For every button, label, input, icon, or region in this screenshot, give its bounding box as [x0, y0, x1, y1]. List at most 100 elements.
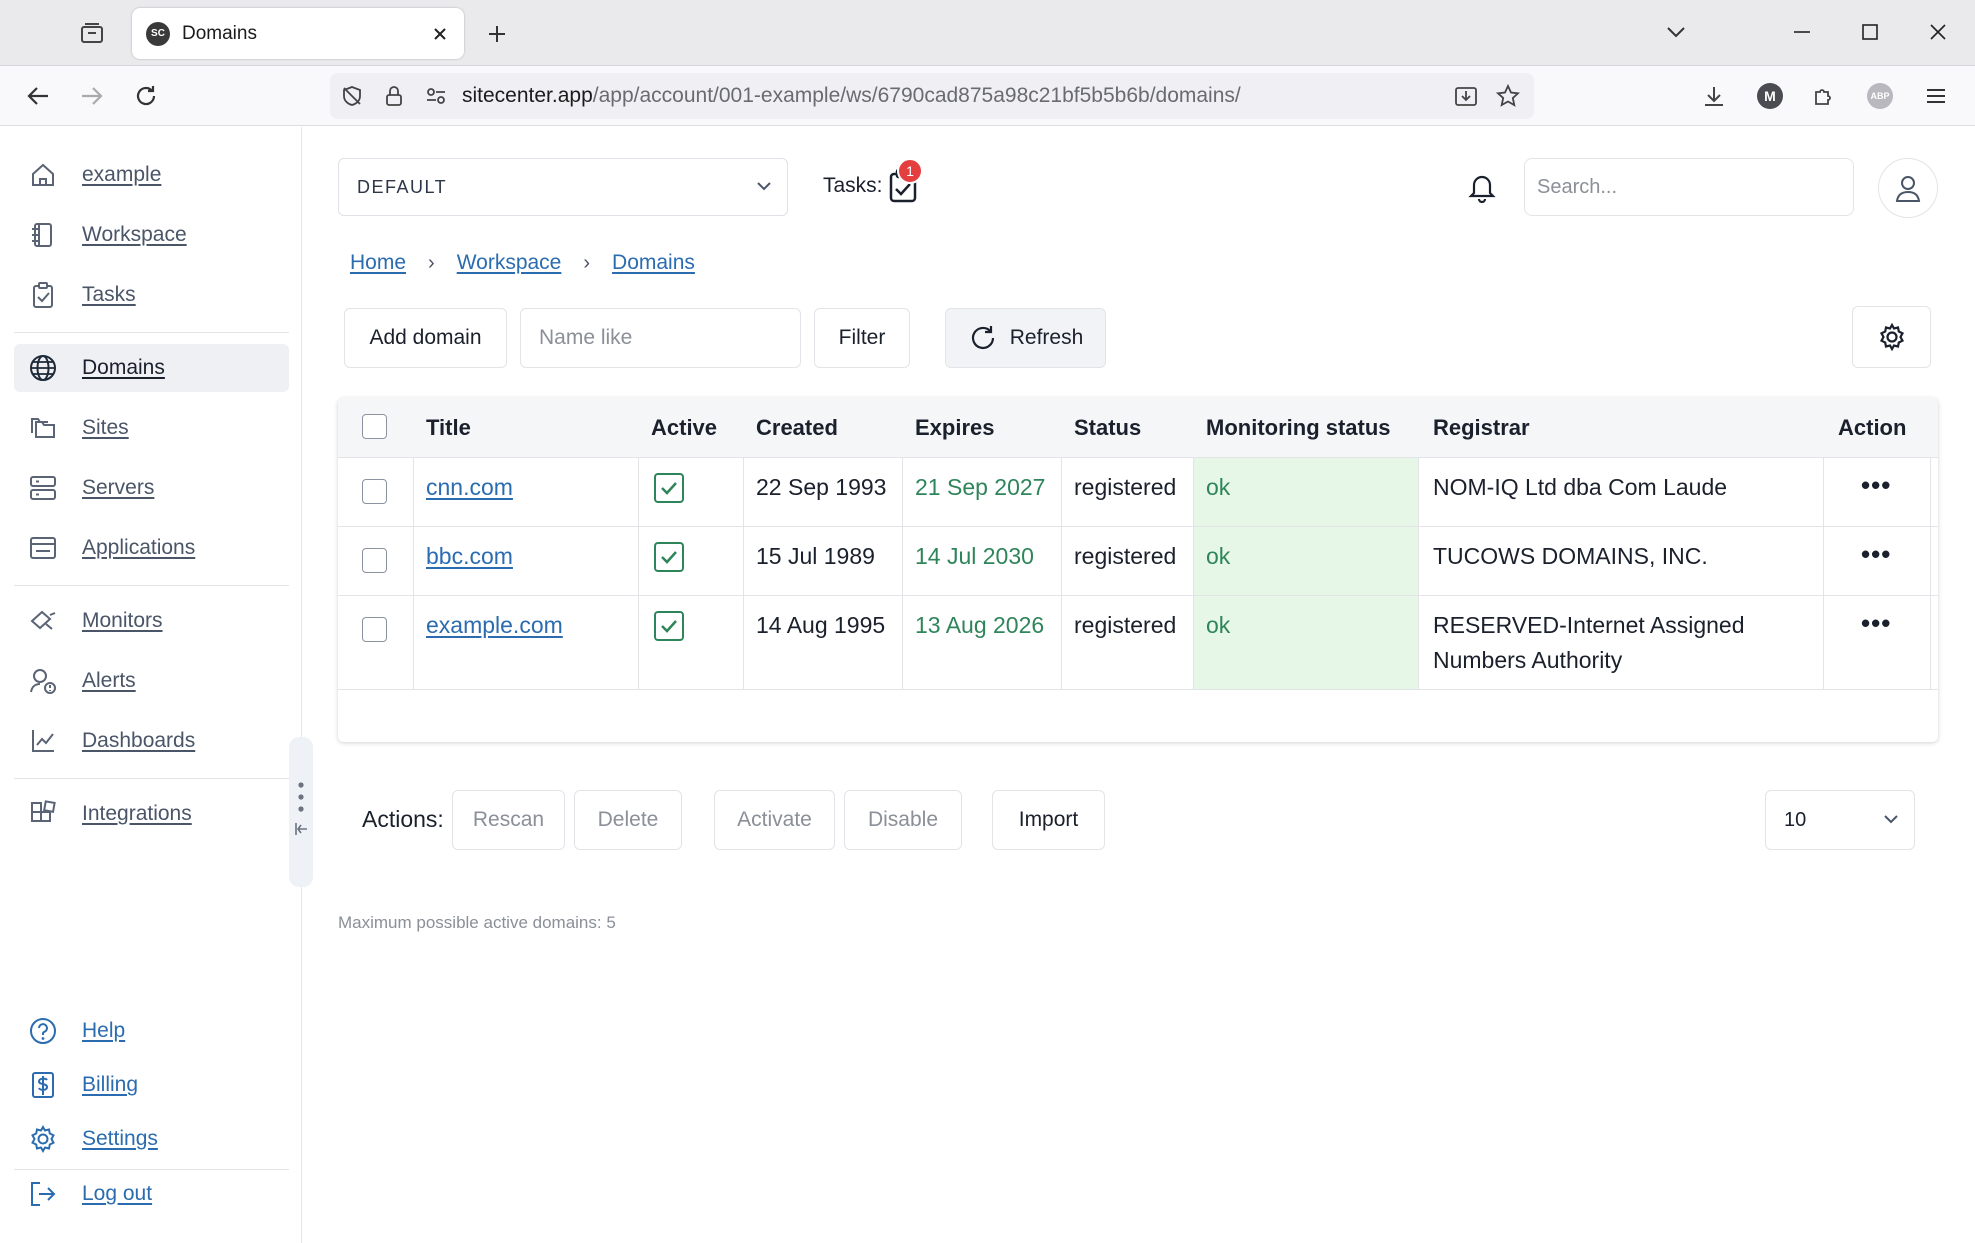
- save-page-icon[interactable]: [1454, 84, 1478, 108]
- menu-hamburger-icon[interactable]: [1918, 78, 1954, 114]
- domains-table: Title Active Created Expires Status Moni…: [338, 398, 1938, 742]
- sidebar-collapse-handle[interactable]: [289, 737, 313, 887]
- column-header-created[interactable]: Created: [756, 415, 838, 441]
- activate-button[interactable]: Activate: [714, 790, 835, 850]
- user-menu-button[interactable]: [1878, 158, 1938, 218]
- add-domain-button[interactable]: Add domain: [344, 308, 507, 368]
- back-icon[interactable]: [20, 78, 56, 114]
- profile-initial: M: [1757, 83, 1783, 109]
- sidebar-item-servers[interactable]: Servers: [14, 464, 289, 512]
- sidebar-item-alerts[interactable]: Alerts: [14, 657, 289, 705]
- favicon: SC: [146, 21, 170, 46]
- row-checkbox[interactable]: [362, 479, 387, 504]
- bookmark-star-icon[interactable]: [1496, 84, 1520, 108]
- domain-title-link[interactable]: cnn.com: [426, 474, 513, 501]
- breadcrumb-domains[interactable]: Domains: [612, 251, 695, 275]
- active-check-icon: [654, 473, 684, 503]
- site-permissions-icon[interactable]: [424, 84, 448, 108]
- status-value: registered: [1074, 612, 1177, 638]
- sidebar-item-label: Tasks: [82, 283, 136, 306]
- sidebar-item-label: Log out: [82, 1182, 153, 1205]
- logout-icon: [26, 1177, 60, 1211]
- line-chart-icon: [26, 724, 60, 758]
- sidebar-item-applications[interactable]: Applications: [14, 524, 289, 572]
- lock-icon[interactable]: [382, 84, 406, 108]
- workspace-select[interactable]: DEFAULT: [338, 158, 788, 216]
- rescan-button[interactable]: Rescan: [452, 790, 565, 850]
- column-header-action: Action: [1838, 415, 1907, 440]
- column-header-active[interactable]: Active: [651, 415, 717, 441]
- row-actions-menu-icon[interactable]: •••: [1861, 539, 1891, 570]
- name-filter-input[interactable]: [520, 308, 801, 368]
- breadcrumb-workspace[interactable]: Workspace: [457, 251, 562, 275]
- sidebar-item-domains[interactable]: Domains: [14, 344, 289, 392]
- sidebar-item-dashboards[interactable]: Dashboards: [14, 717, 289, 765]
- minimize-icon[interactable]: [1782, 14, 1822, 50]
- sidebar-divider: [14, 332, 289, 333]
- sidebar-item-sites[interactable]: Sites: [14, 404, 289, 452]
- active-check-icon: [654, 542, 684, 572]
- forward-icon[interactable]: [74, 78, 110, 114]
- row-checkbox[interactable]: [362, 548, 387, 573]
- sidebar-item-example[interactable]: example: [14, 151, 289, 199]
- actions-label: Actions:: [362, 806, 444, 832]
- search-input[interactable]: [1524, 158, 1854, 216]
- row-actions-menu-icon[interactable]: •••: [1861, 470, 1891, 501]
- sidebar-item-settings[interactable]: Settings: [14, 1115, 289, 1163]
- refresh-label: Refresh: [1009, 326, 1084, 349]
- browser-tab-domains[interactable]: SC Domains: [132, 8, 464, 59]
- tracking-protection-icon[interactable]: [340, 84, 364, 108]
- sidebar-item-monitors[interactable]: Monitors: [14, 597, 289, 645]
- tab-list-icon[interactable]: [72, 17, 112, 49]
- close-tab-icon[interactable]: [428, 22, 452, 46]
- monitoring-status-value: ok: [1206, 543, 1231, 569]
- table-row: cnn.com 22 Sep 1993 21 Sep 2027 register…: [338, 458, 1938, 527]
- sidebar-item-tasks[interactable]: Tasks: [14, 271, 289, 319]
- domain-title-link[interactable]: bbc.com: [426, 543, 513, 570]
- page-size-select[interactable]: 10: [1765, 790, 1915, 850]
- sidebar-item-label: Alerts: [82, 669, 136, 692]
- close-window-icon[interactable]: [1918, 14, 1958, 50]
- breadcrumb-home[interactable]: Home: [350, 251, 406, 275]
- tab-overflow-chevron-icon[interactable]: [1656, 14, 1696, 50]
- alert-user-icon: [26, 664, 60, 698]
- address-bar[interactable]: sitecenter.app/app/account/001-example/w…: [330, 73, 1534, 119]
- filter-button[interactable]: Filter: [814, 308, 910, 368]
- sidebar-item-label: Dashboards: [82, 729, 196, 752]
- domain-title-link[interactable]: example.com: [426, 612, 563, 639]
- extensions-icon[interactable]: [1806, 78, 1842, 114]
- breadcrumb: Home › Workspace › Domains: [350, 251, 695, 275]
- sidebar-divider: [14, 778, 289, 779]
- new-tab-icon[interactable]: [480, 17, 514, 51]
- sidebar-item-workspace[interactable]: Workspace: [14, 211, 289, 259]
- row-checkbox[interactable]: [362, 617, 387, 642]
- sidebar-divider: [14, 585, 289, 586]
- disable-button[interactable]: Disable: [844, 790, 962, 850]
- sidebar-item-logout[interactable]: Log out: [14, 1170, 289, 1218]
- delete-button[interactable]: Delete: [574, 790, 682, 850]
- reload-icon[interactable]: [128, 78, 164, 114]
- sidebar-item-integrations[interactable]: Integrations: [14, 790, 289, 838]
- select-all-checkbox[interactable]: [362, 414, 387, 439]
- maximize-icon[interactable]: [1850, 14, 1890, 50]
- monitoring-status-value: ok: [1206, 612, 1231, 638]
- sidebar-item-help[interactable]: Help: [14, 1007, 289, 1055]
- bell-icon[interactable]: [1466, 169, 1498, 205]
- column-header-expires[interactable]: Expires: [915, 415, 995, 441]
- workspace-select-value: DEFAULT: [357, 177, 448, 197]
- downloads-icon[interactable]: [1696, 78, 1732, 114]
- column-header-title[interactable]: Title: [426, 415, 471, 441]
- refresh-button[interactable]: Refresh: [945, 308, 1106, 368]
- column-header-monitoring-status[interactable]: Monitoring status: [1206, 415, 1391, 441]
- row-actions-menu-icon[interactable]: •••: [1861, 608, 1891, 639]
- sidebar-item-billing[interactable]: Billing: [14, 1061, 289, 1109]
- import-button[interactable]: Import: [992, 790, 1105, 850]
- user-icon: [1895, 174, 1921, 202]
- profile-avatar[interactable]: M: [1752, 78, 1788, 114]
- sidebar-item-label: Billing: [82, 1073, 139, 1096]
- column-header-status[interactable]: Status: [1074, 415, 1141, 441]
- adblock-icon[interactable]: ABP: [1862, 78, 1898, 114]
- url-text[interactable]: sitecenter.app/app/account/001-example/w…: [462, 84, 1241, 108]
- column-header-registrar[interactable]: Registrar: [1433, 415, 1530, 441]
- table-settings-button[interactable]: [1852, 306, 1931, 368]
